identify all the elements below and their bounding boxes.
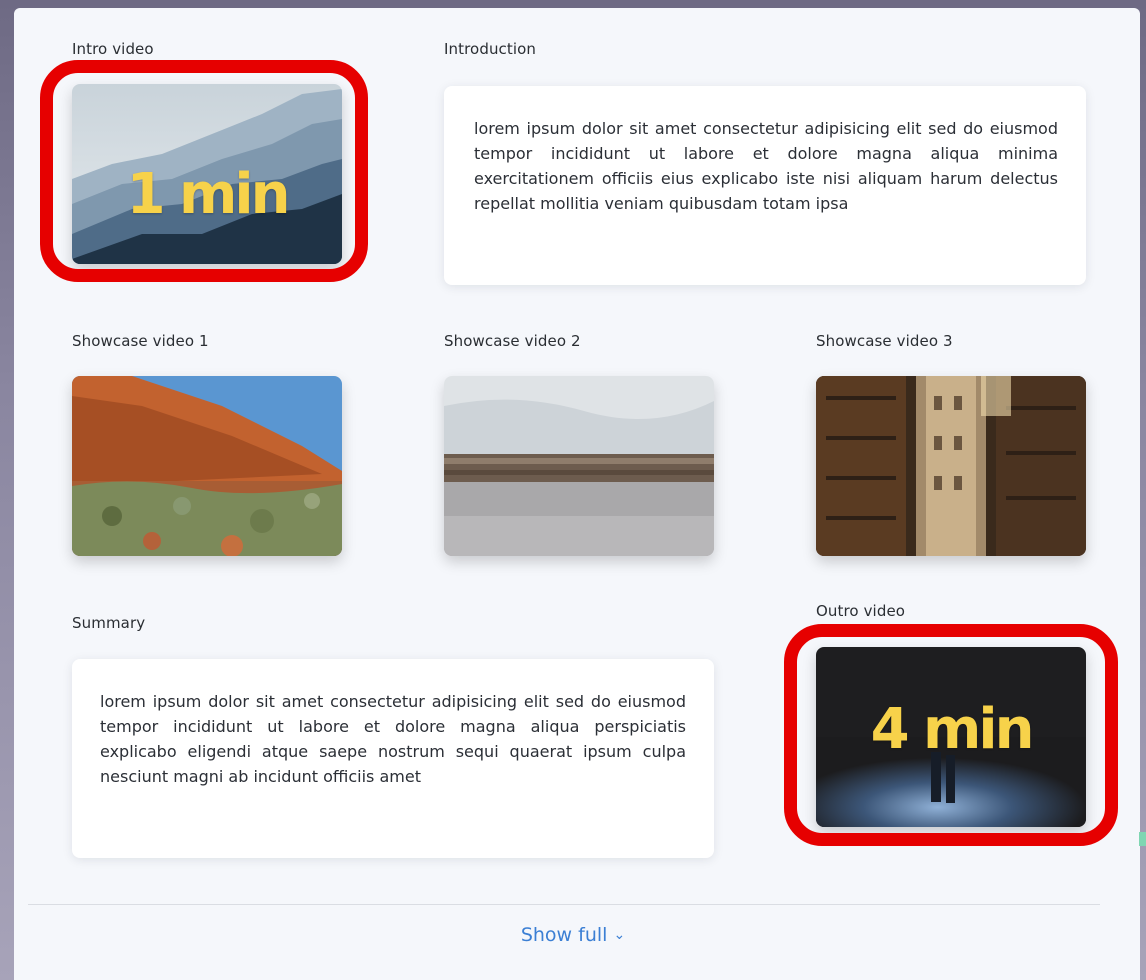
outro-duration-label: 4 min <box>870 697 1035 762</box>
outro-video-label: Outro video <box>816 602 906 620</box>
showcase-3-label: Showcase video 3 <box>816 332 953 350</box>
introduction-card: lorem ipsum dolor sit amet consectetur a… <box>444 86 1086 285</box>
city-alley-image <box>816 376 1086 556</box>
showcase-2-thumbnail[interactable] <box>444 376 714 556</box>
intro-video-label: Intro video <box>72 40 154 58</box>
showcase-1-thumbnail[interactable] <box>72 376 342 556</box>
breakwater-lake-image <box>444 376 714 556</box>
edge-indicator <box>1139 832 1146 846</box>
summary-label: Summary <box>72 614 146 632</box>
summary-text: lorem ipsum dolor sit amet consectetur a… <box>100 692 686 786</box>
showcase-2-label: Showcase video 2 <box>444 332 581 350</box>
chevron-down-icon: ⌄ <box>613 927 626 943</box>
show-full-label: Show full <box>520 924 608 946</box>
showcase-1-label: Showcase video 1 <box>72 332 209 350</box>
outro-video-thumbnail[interactable]: 4 min <box>816 647 1086 827</box>
footer-divider <box>28 904 1100 905</box>
showcase-3-thumbnail[interactable] <box>816 376 1086 556</box>
intro-duration-label: 1 min <box>126 162 291 227</box>
introduction-label: Introduction <box>444 40 537 58</box>
desert-rock-image <box>72 376 342 556</box>
show-full-button[interactable]: Show full ⌄ <box>0 924 1146 946</box>
summary-card: lorem ipsum dolor sit amet consectetur a… <box>72 659 714 858</box>
intro-video-thumbnail[interactable]: 1 min <box>72 84 342 264</box>
introduction-text: lorem ipsum dolor sit amet consectetur a… <box>474 119 1058 213</box>
